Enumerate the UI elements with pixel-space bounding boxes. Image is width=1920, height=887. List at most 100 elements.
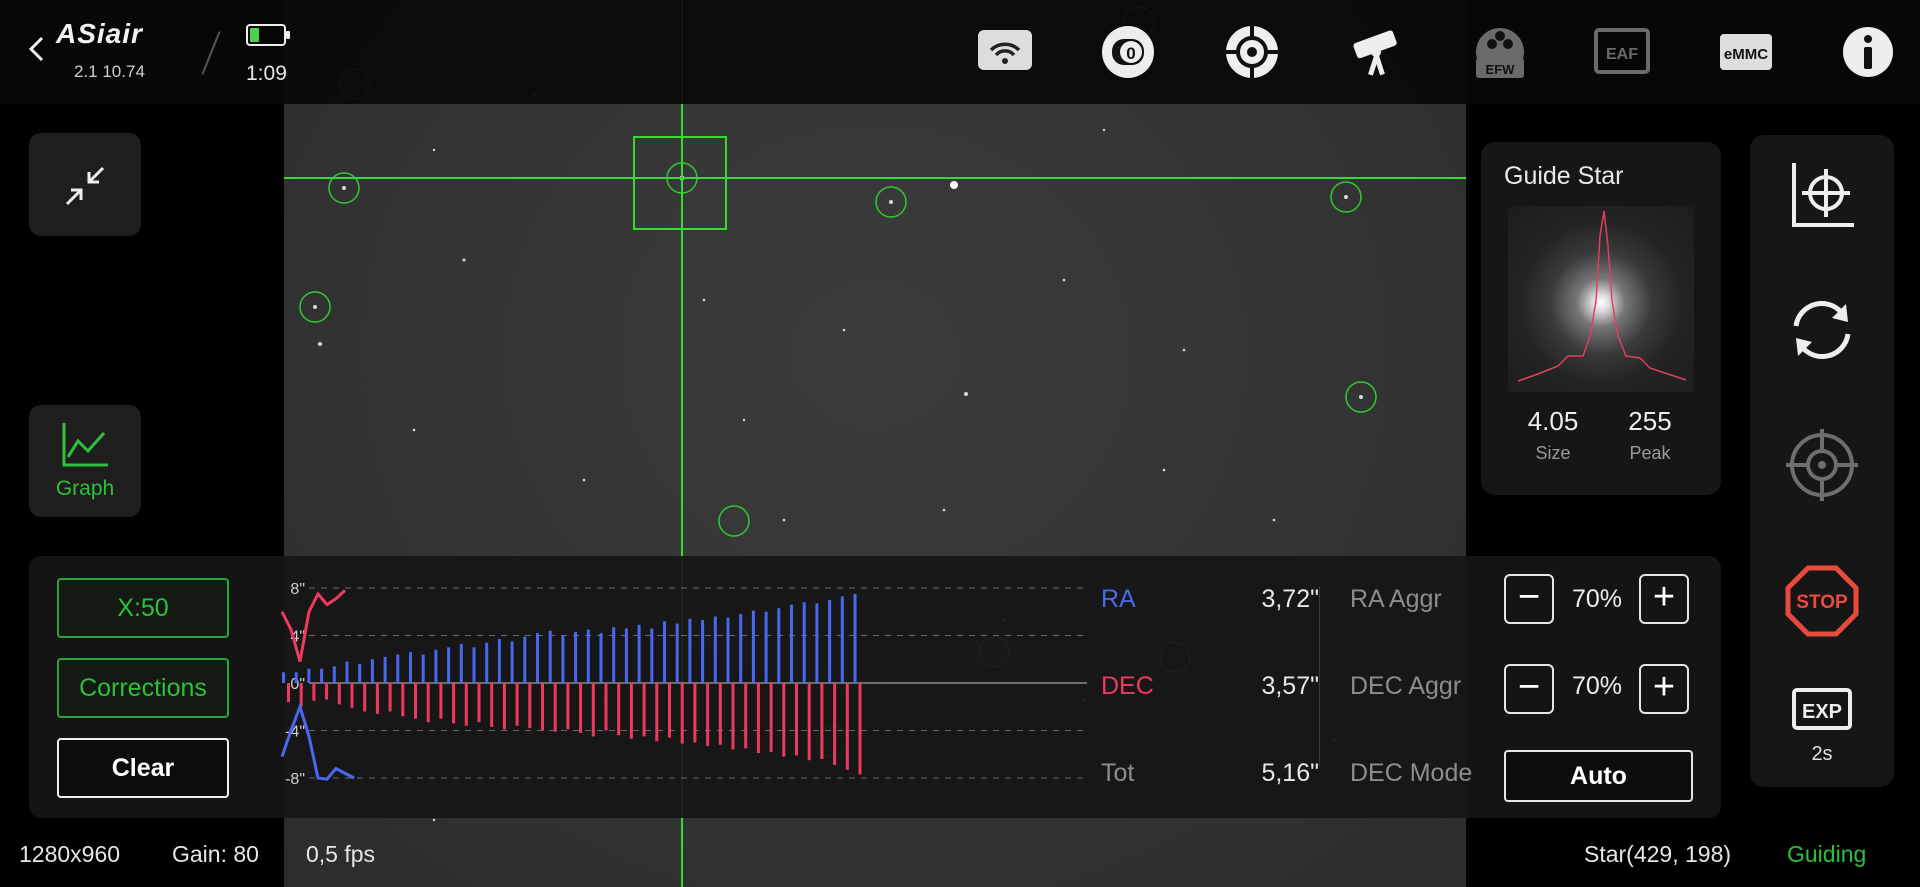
- star-coordinates-text: Star(429, 198): [1584, 841, 1732, 867]
- ra-correction-bar: [828, 599, 832, 683]
- graph-toggle-button[interactable]: Graph: [29, 405, 141, 517]
- ra-correction-bar: [434, 649, 438, 683]
- app-logo: ASiair: [56, 18, 143, 49]
- dec-mode-select[interactable]: Auto: [1504, 750, 1693, 802]
- dec-correction-bar: [553, 683, 557, 732]
- star: [432, 148, 436, 152]
- ra-correction-bar: [764, 611, 768, 683]
- dec-label: DEC: [1101, 672, 1154, 700]
- dec-correction-bar: [566, 683, 570, 730]
- top-bar: ASiair 2.1 10.74 1:09 0 EFW EAF eMMC: [0, 0, 1920, 104]
- star: [412, 428, 416, 432]
- dec-correction-bar: [604, 683, 608, 731]
- corrections-button[interactable]: Corrections: [57, 658, 229, 718]
- back-chevron-icon[interactable]: [26, 34, 48, 64]
- wifi-icon[interactable]: [975, 22, 1035, 82]
- dec-correction-bar: [668, 683, 671, 738]
- dec-correction-bar: [502, 683, 506, 730]
- dec-correction-bar: [528, 683, 532, 729]
- dec-correction-bar: [706, 683, 710, 746]
- dec-correction-bar: [388, 683, 392, 712]
- dec-aggr-increase-button[interactable]: +: [1639, 664, 1689, 714]
- star-size-label: Size: [1535, 443, 1571, 463]
- session-timer: 1:09: [246, 62, 287, 85]
- dec-correction-bar: [845, 683, 849, 770]
- graph-icon: [62, 423, 108, 467]
- ra-correction-bar: [713, 616, 717, 683]
- ra-correction-bar: [332, 666, 336, 683]
- calibrate-icon[interactable]: [1782, 155, 1862, 235]
- eaf-icon[interactable]: EAF: [1592, 22, 1652, 82]
- ra-correction-bar: [637, 624, 641, 683]
- star: [742, 418, 746, 422]
- collapse-button[interactable]: [29, 133, 141, 236]
- dec-correction-bar: [401, 683, 405, 717]
- total-label: Tot: [1101, 759, 1135, 787]
- dec-aggr-decrease-button[interactable]: −: [1504, 664, 1554, 714]
- dec-correction-bar: [795, 683, 798, 756]
- dec-correction-bar: [490, 683, 494, 727]
- dec-mode-label: DEC Mode: [1350, 759, 1473, 787]
- ra-correction-bar: [624, 628, 628, 683]
- ra-correction-bar: [472, 647, 476, 683]
- ra-aggr-decrease-button[interactable]: −: [1504, 574, 1554, 624]
- stop-icon[interactable]: STOP: [1782, 560, 1862, 640]
- guide-star-panel: Guide Star 4.05 Size 255 Peak: [1481, 142, 1721, 495]
- star: [702, 298, 706, 302]
- guide-icon[interactable]: [1222, 22, 1282, 82]
- ra-aggr-label: RA Aggr: [1350, 585, 1442, 613]
- ra-correction-bar: [383, 656, 387, 683]
- ra-correction-bar: [853, 593, 857, 683]
- dec-value: 3,57": [1261, 672, 1319, 700]
- dec-correction-bar: [718, 683, 722, 745]
- dec-correction-bar: [350, 683, 354, 708]
- dec-correction-bar: [287, 683, 290, 702]
- ra-correction-bar: [510, 641, 514, 683]
- svg-text:STOP: STOP: [1796, 592, 1848, 613]
- dec-correction-bar: [426, 683, 430, 723]
- ra-correction-bar: [320, 668, 324, 683]
- y-tick-label: 0": [290, 676, 305, 693]
- ra-aggr-value: 70%: [1571, 585, 1623, 613]
- scale-button[interactable]: X:50: [57, 578, 229, 638]
- dec-aggr-value: 70%: [1571, 672, 1623, 700]
- graph-label: Graph: [55, 477, 115, 500]
- clear-button[interactable]: Clear: [57, 738, 229, 798]
- dec-correction-bar: [858, 683, 862, 775]
- ra-correction-bar: [485, 642, 489, 683]
- ra-correction-bar: [701, 620, 705, 683]
- ra-correction-bar: [358, 664, 362, 683]
- star: [842, 328, 846, 332]
- detected-star-marker: [718, 505, 750, 537]
- dec-correction-bar: [617, 683, 621, 736]
- star: [432, 818, 436, 822]
- dec-correction-bar: [363, 683, 367, 712]
- star: [1102, 128, 1106, 132]
- ra-aggr-increase-button[interactable]: +: [1639, 574, 1689, 624]
- ra-correction-bar: [345, 661, 349, 683]
- star: [1272, 518, 1276, 522]
- right-toolbar: STOP EXP 2s: [1750, 135, 1894, 787]
- emmc-icon[interactable]: eMMC: [1716, 22, 1776, 82]
- camera-icon[interactable]: 0: [1098, 22, 1158, 82]
- ra-correction-bar: [459, 643, 463, 683]
- telescope-icon[interactable]: [1346, 22, 1406, 82]
- svg-text:EFW: EFW: [1486, 62, 1516, 77]
- svg-text:eMMC: eMMC: [1724, 46, 1768, 63]
- ra-correction-bar: [599, 633, 603, 683]
- star: [1182, 348, 1186, 352]
- ra-correction-bar: [574, 631, 578, 683]
- crosshair-target-icon[interactable]: [1782, 425, 1862, 505]
- dec-correction-bar: [515, 683, 519, 726]
- dec-correction-bar: [591, 683, 595, 737]
- dec-correction-bar: [439, 683, 443, 719]
- loop-icon[interactable]: [1782, 290, 1862, 370]
- ra-correction-bar: [536, 633, 539, 683]
- dec-aggr-label: DEC Aggr: [1350, 672, 1462, 700]
- info-icon[interactable]: [1838, 22, 1898, 82]
- ra-correction-bar: [739, 614, 743, 683]
- panel-divider: [1319, 586, 1320, 766]
- efw-icon[interactable]: EFW: [1470, 22, 1530, 82]
- ra-error-trace: [280, 589, 347, 663]
- ra-correction-bar: [726, 617, 730, 683]
